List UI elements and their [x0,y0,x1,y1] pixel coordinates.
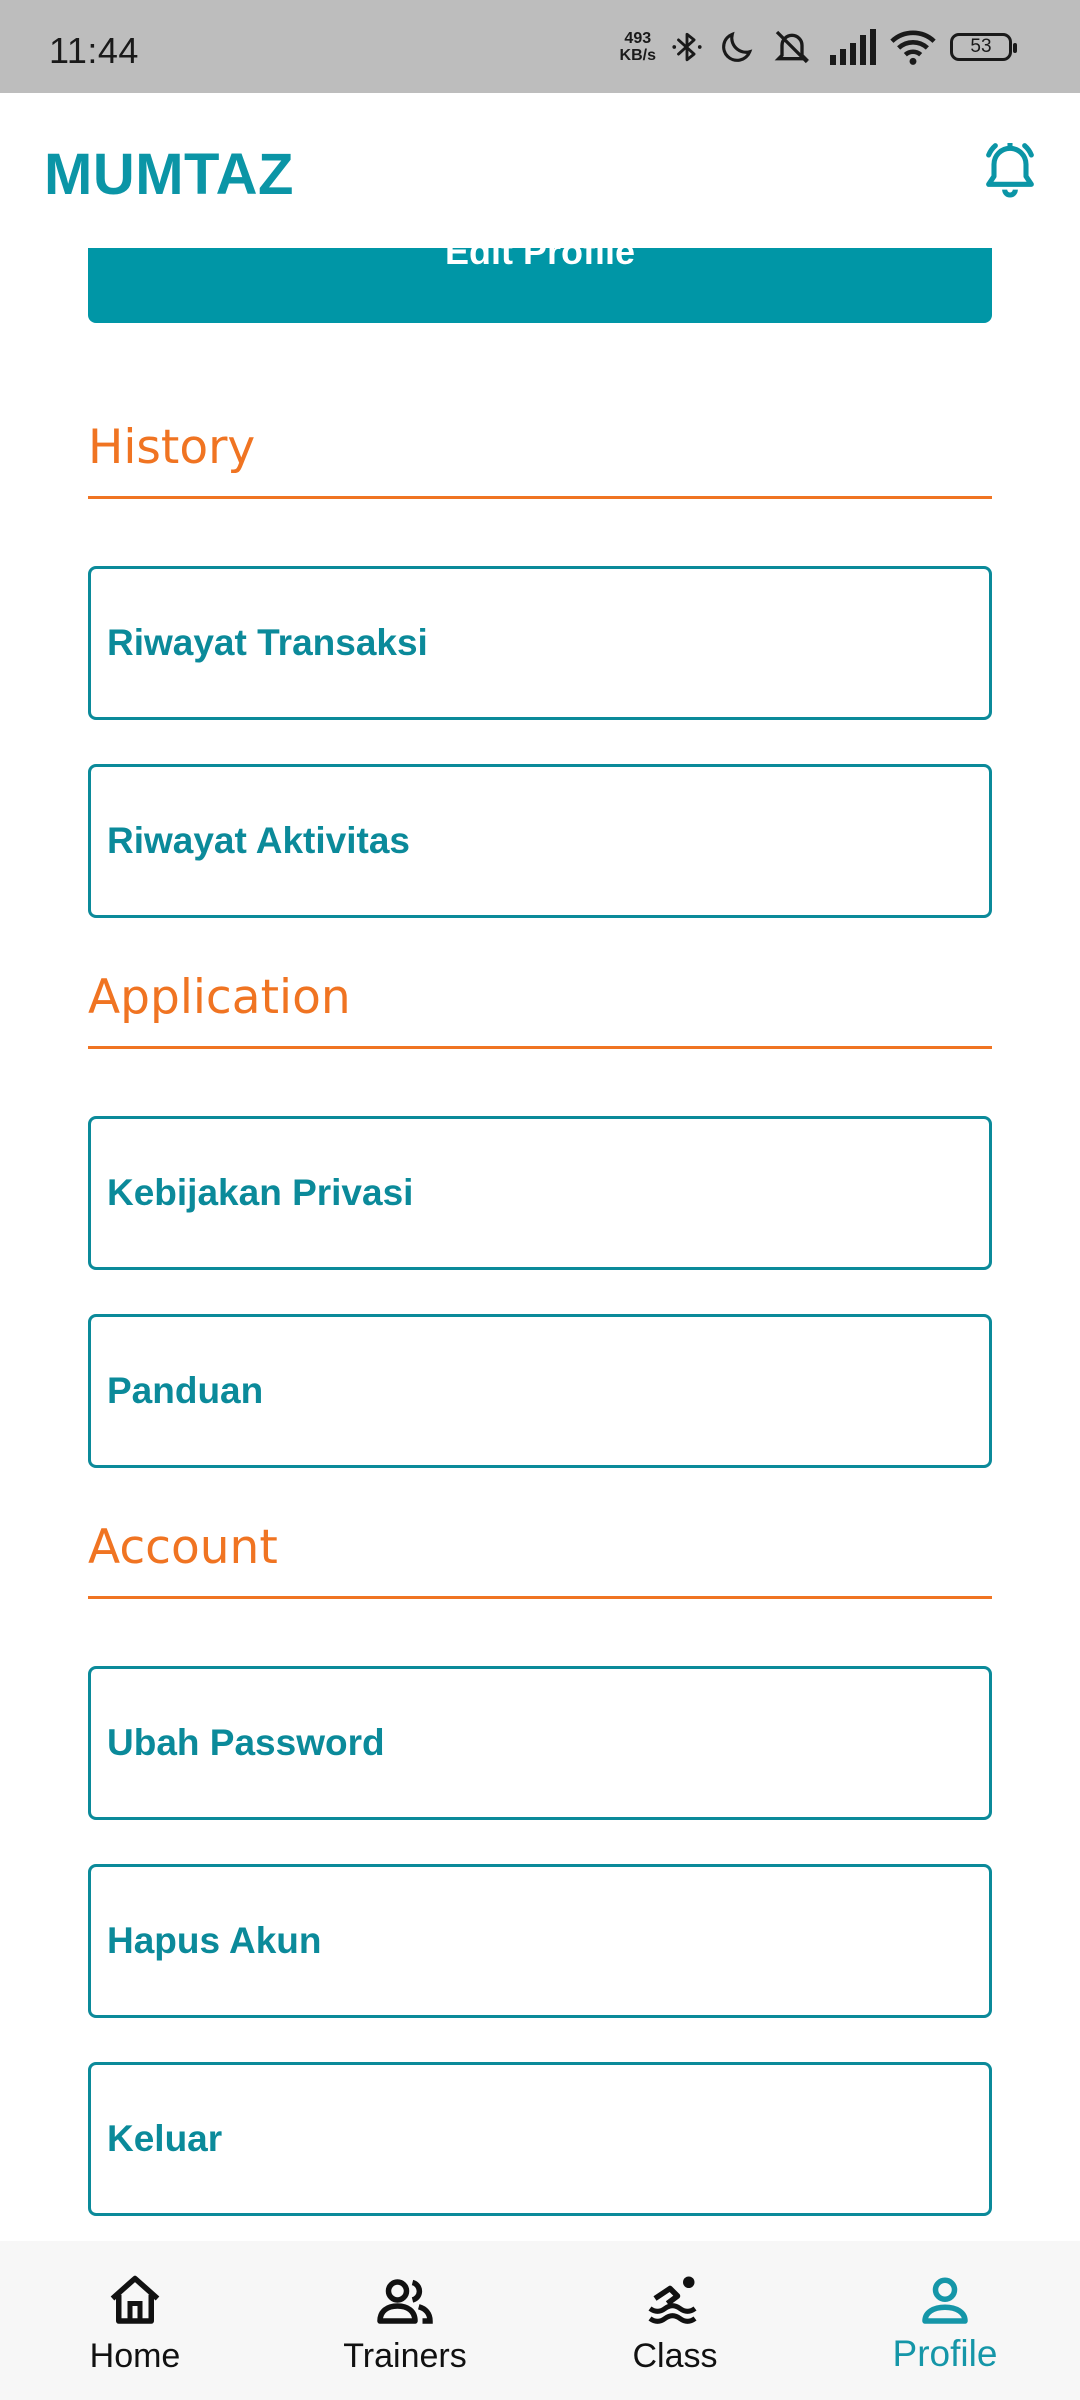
muted-bell-icon [774,30,810,64]
section-divider [88,496,992,499]
nav-label-home: Home [89,2337,181,2375]
menu-item-keluar[interactable]: Keluar [88,2062,992,2216]
signal-icon [830,29,876,65]
nav-item-class[interactable]: Class [540,2241,810,2400]
nav-item-profile[interactable]: Profile [810,2241,1080,2400]
menu-item-kebijakan-privasi[interactable]: Kebijakan Privasi [88,1116,992,1270]
nav-label-profile: Profile [892,2333,998,2374]
nav-item-trainers[interactable]: Trainers [270,2241,540,2400]
network-speed-unit: KB/s [619,47,656,64]
network-speed: 493 KB/s [620,30,656,64]
nav-label-class: Class [632,2337,718,2375]
section-divider [88,1596,992,1599]
do-not-disturb-moon-icon [722,31,753,62]
nav-item-home[interactable]: Home [0,2241,270,2400]
menu-item-panduan[interactable]: Panduan [88,1314,992,1468]
app-bar: MUMTAZ [0,93,1080,248]
person-icon [922,2277,968,2324]
menu-item-hapus-akun[interactable]: Hapus Akun [88,1864,992,2018]
swimming-icon [648,2276,697,2324]
edit-profile-button[interactable]: Edit Profile [88,248,992,323]
app-title: MUMTAZ [44,142,294,207]
menu-item-riwayat-aktivitas[interactable]: Riwayat Aktivitas [88,764,992,918]
section-title-application: Application [88,970,351,1025]
section-divider [88,1046,992,1049]
people-icon [377,2279,433,2324]
section-title-account: Account [88,1520,278,1575]
bottom-navigation: Home Trainers Class Profile [0,2241,1080,2400]
wifi-icon [890,30,936,65]
menu-item-riwayat-transaksi[interactable]: Riwayat Transaksi [88,566,992,720]
status-time: 11:44 [49,30,139,71]
nav-label-trainers: Trainers [343,2337,467,2375]
menu-item-ubah-password[interactable]: Ubah Password [88,1666,992,1820]
home-icon [110,2275,160,2324]
status-icons: 493 KB/s 53 [620,26,1017,68]
section-title-history: History [88,420,256,475]
profile-content[interactable]: Edit Profile History Riwayat Transaksi R… [0,248,1080,2241]
bluetooth-icon [672,32,702,62]
bell-icon[interactable] [978,139,1042,203]
network-speed-value: 493 [624,30,652,47]
battery-indicator: 53 [950,33,1017,61]
battery-level: 53 [970,36,992,57]
status-bar: 11:44 493 KB/s 53 [0,0,1080,93]
